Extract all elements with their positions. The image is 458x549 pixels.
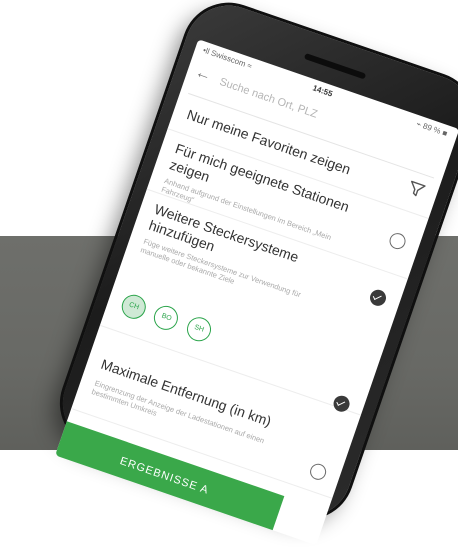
back-arrow-icon[interactable]: ←: [193, 64, 214, 86]
radio-suitable-stations[interactable]: [387, 230, 408, 252]
radio-max-distance[interactable]: [307, 461, 329, 482]
status-time: 14:55: [311, 83, 334, 99]
radio-connector-systems[interactable]: [367, 287, 389, 308]
phone-speaker: [303, 52, 367, 80]
